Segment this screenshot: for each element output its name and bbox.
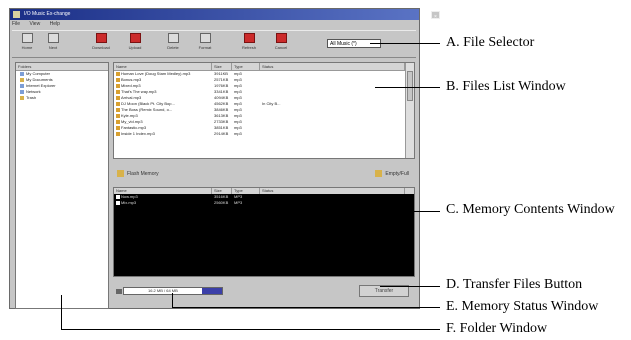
memory-contents-window[interactable]: Name Size Type Status Now.mp3 3516KB MP3 Mi… xyxy=(113,187,415,277)
leader-line-d xyxy=(380,286,440,287)
folder-item[interactable]: Trash xyxy=(16,95,108,101)
memory-status-fill xyxy=(202,288,222,294)
menu-view[interactable]: View xyxy=(29,21,40,27)
music-file-icon xyxy=(116,77,120,82)
memory-row[interactable]: Mix.mp3 2560KB MP3 xyxy=(114,200,414,206)
refresh-button[interactable]: Refresh xyxy=(238,33,260,50)
folder-icon xyxy=(20,77,24,82)
network-icon xyxy=(20,89,24,94)
cell-name: Mix.mp3 xyxy=(114,200,212,206)
files-list-window[interactable]: Name Size Type Status Human Love (Doug S… xyxy=(113,62,415,159)
upload-button[interactable]: Upload xyxy=(124,33,146,50)
music-file-icon xyxy=(116,131,120,136)
next-button[interactable]: Next xyxy=(42,33,64,50)
globe-icon xyxy=(20,83,24,88)
cell-status xyxy=(260,131,405,137)
leader-line-b xyxy=(375,87,440,88)
music-file-icon xyxy=(116,89,120,94)
file-icon xyxy=(116,200,120,205)
download-icon xyxy=(95,33,107,43)
leader-line-e-vertical xyxy=(172,293,173,307)
memory-bar: Flash Memory Empty/Full xyxy=(113,164,415,186)
memory-status-window: 16.2 MB / 64 MB xyxy=(116,287,223,295)
menu-help[interactable]: Help xyxy=(50,21,60,27)
close-button[interactable]: × xyxy=(431,11,440,20)
next-icon xyxy=(47,33,59,43)
cell-status xyxy=(260,200,405,206)
leader-line-a xyxy=(370,43,440,44)
cancel-button[interactable]: Cancel xyxy=(270,33,292,50)
music-file-icon xyxy=(116,119,120,124)
column-size[interactable]: Size xyxy=(212,63,232,70)
download-button[interactable]: Download xyxy=(90,33,112,50)
home-icon xyxy=(21,33,33,43)
music-file-icon xyxy=(116,83,120,88)
leader-line-f xyxy=(61,329,440,330)
vertical-scrollbar[interactable] xyxy=(405,63,414,158)
leader-line-e xyxy=(172,307,440,308)
home-button[interactable]: Home xyxy=(16,33,38,50)
format-button[interactable]: Format xyxy=(194,33,216,50)
cell-size: 2560KB xyxy=(214,200,229,205)
music-file-icon xyxy=(116,101,120,106)
computer-icon xyxy=(20,71,24,76)
cell-type: mp3 xyxy=(234,131,242,136)
callout-memory-status: E. Memory Status Window xyxy=(446,299,599,314)
upload-icon xyxy=(129,33,141,43)
files-rows: Human Love (Doug Stam Medley).mp3 3911KB m… xyxy=(114,71,414,137)
memory-rows: Now.mp3 3516KB MP3 Mix.mp3 2560KB MP3 xyxy=(114,194,414,206)
cell-size: 2914KB xyxy=(214,131,229,136)
window-title: I/O Music Ex-change xyxy=(24,11,71,17)
leader-line-c xyxy=(355,211,440,212)
flash-memory-icon xyxy=(117,170,124,177)
menu-bar: File View Help xyxy=(12,21,68,27)
scroll-thumb[interactable] xyxy=(407,71,413,101)
title-bar: I/O Music Ex-change _□× xyxy=(10,9,440,20)
trash-icon xyxy=(20,95,24,100)
cancel-icon xyxy=(275,33,287,43)
callout-folder-window: F. Folder Window xyxy=(446,321,548,336)
callout-files-list: B. Files List Window xyxy=(446,79,566,94)
folder-header: Folders xyxy=(16,63,108,71)
music-file-icon xyxy=(116,107,120,112)
column-status[interactable]: Status xyxy=(260,63,405,70)
memory-card-icon xyxy=(375,170,383,177)
bottom-bar: 16.2 MB / 64 MB Transfer xyxy=(113,282,415,302)
music-file-icon xyxy=(116,95,120,100)
delete-icon xyxy=(167,33,179,43)
callout-memory-contents: C. Memory Contents Window xyxy=(446,202,615,217)
delete-button[interactable]: Delete xyxy=(162,33,184,50)
callout-file-selector: A. File Selector xyxy=(446,35,535,50)
cell-name: Inside 1 Index.mp3 xyxy=(114,131,212,137)
format-icon xyxy=(199,33,211,43)
column-type[interactable]: Type xyxy=(232,63,260,70)
menu-file[interactable]: File xyxy=(12,21,20,27)
cell-type: MP3 xyxy=(234,200,243,205)
leader-line-f-vertical xyxy=(61,295,62,329)
app-icon xyxy=(13,11,20,18)
memory-status-text: 16.2 MB / 64 MB xyxy=(148,288,178,293)
music-file-icon xyxy=(116,125,120,130)
file-row[interactable]: Inside 1 Index.mp3 2914KB mp3 xyxy=(114,131,414,137)
callout-transfer-button: D. Transfer Files Button xyxy=(446,277,583,292)
music-file-icon xyxy=(116,113,120,118)
files-list-header: Name Size Type Status xyxy=(114,63,414,71)
refresh-icon xyxy=(243,33,255,43)
empty-full-label: Empty/Full xyxy=(375,170,409,177)
flash-memory-label: Flash Memory xyxy=(117,170,159,177)
app-window: I/O Music Ex-change _□× File View Help H… xyxy=(9,8,440,309)
folder-window[interactable]: Folders My Computer My Documents Interne… xyxy=(15,62,109,309)
file-icon xyxy=(116,194,120,199)
memory-status-icon xyxy=(116,289,122,294)
column-name[interactable]: Name xyxy=(114,63,212,70)
music-file-icon xyxy=(116,71,120,76)
